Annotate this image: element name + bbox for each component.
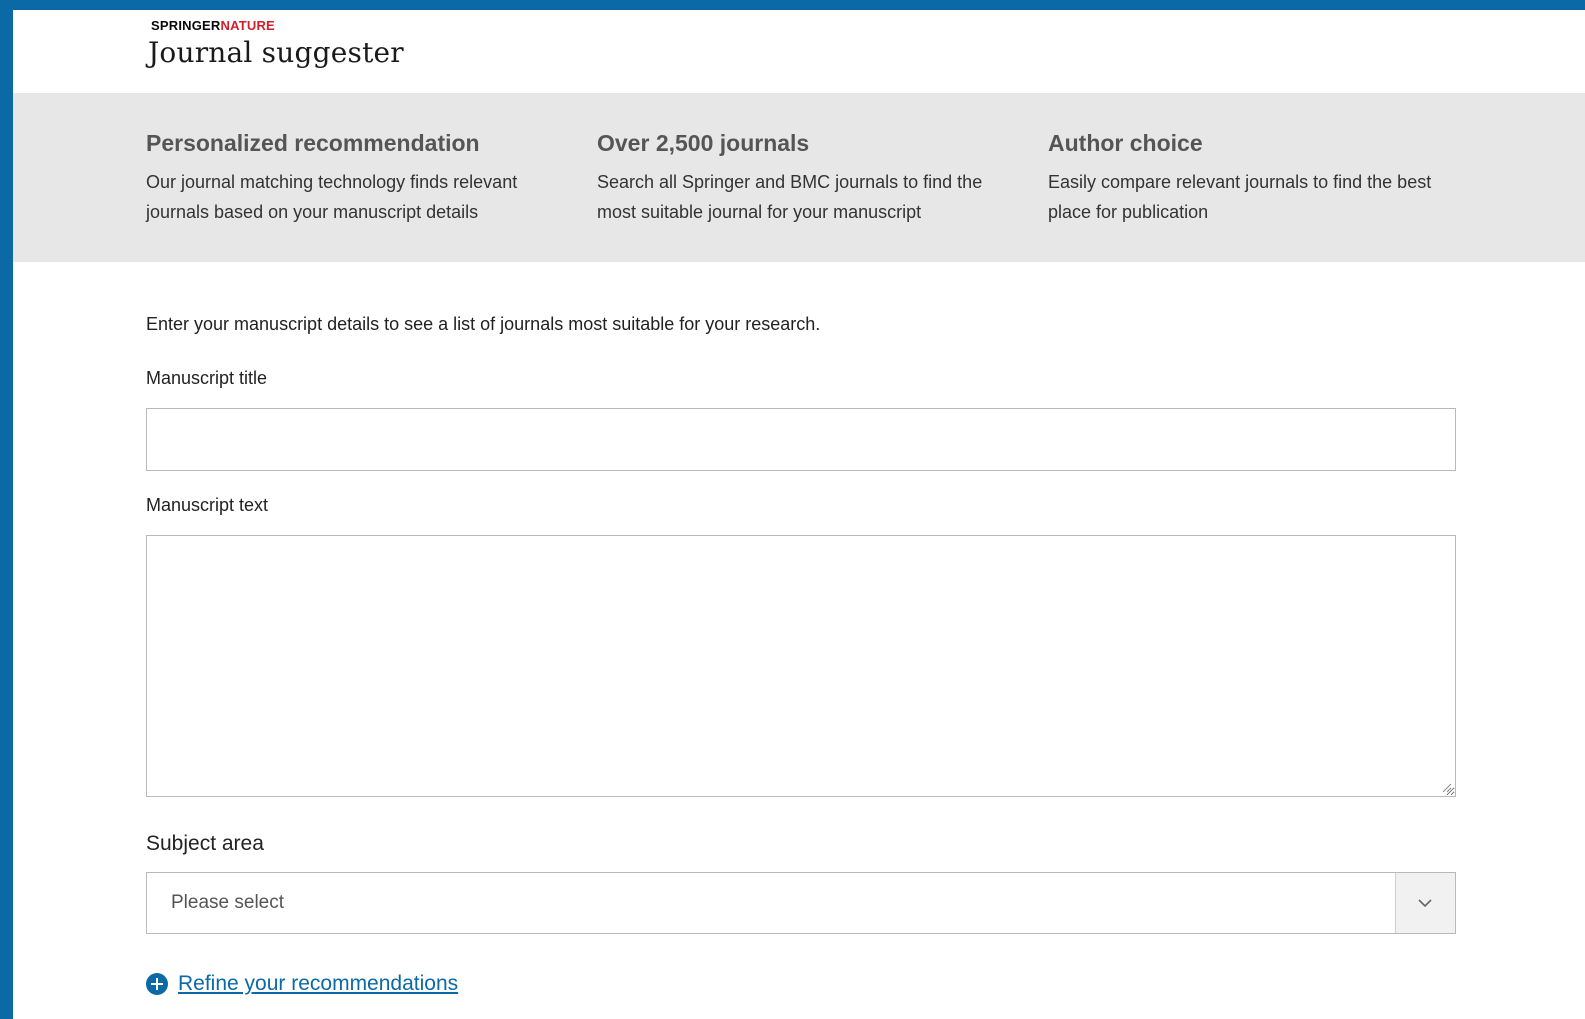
feature-description: Search all Springer and BMC journals to … (597, 172, 983, 222)
app-title: Journal suggester (148, 36, 404, 69)
brand-logo[interactable]: SPRINGERNATURE (151, 18, 275, 33)
header: SPRINGERNATURE Journal suggester (13, 10, 1585, 93)
subject-area-dropdown-button[interactable] (1395, 873, 1455, 933)
feature-personalized: Personalized recommendation Our journal … (146, 127, 556, 227)
plus-circle-icon[interactable] (146, 973, 168, 995)
feature-title: Author choice (1048, 130, 1203, 156)
manuscript-title-input[interactable] (146, 408, 1456, 471)
manuscript-title-label: Manuscript title (146, 368, 268, 388)
feature-title: Over 2,500 journals (597, 130, 810, 156)
feature-title: Personalized recommendation (146, 130, 480, 156)
chevron-down-icon (1418, 899, 1432, 908)
manuscript-text-wrapper (146, 535, 1456, 797)
feature-author-choice: Author choice Easily compare relevant jo… (1048, 127, 1458, 227)
features-banner: Personalized recommendation Our journal … (13, 93, 1585, 262)
subject-area-label: Subject area (146, 832, 264, 855)
brand-logo-part2: NATURE (220, 18, 275, 33)
brand-logo-part1: SPRINGER (151, 18, 221, 33)
form-intro: Enter your manuscript details to see a l… (146, 314, 821, 334)
subject-area-select[interactable]: Please select (146, 872, 1456, 934)
refine-recommendations-link[interactable]: Refine your recommendations (178, 972, 458, 996)
feature-description: Our journal matching technology finds re… (146, 172, 518, 222)
manuscript-text-label: Manuscript text (146, 495, 269, 515)
refine-recommendations[interactable]: Refine your recommendations (146, 972, 458, 996)
resize-handle-icon[interactable] (1442, 783, 1452, 793)
page: SPRINGERNATURE Journal suggester Persona… (13, 10, 1585, 1019)
manuscript-text-input[interactable] (146, 535, 1456, 797)
feature-description: Easily compare relevant journals to find… (1048, 172, 1432, 222)
subject-area-value: Please select (171, 892, 285, 913)
feature-journals: Over 2,500 journals Search all Springer … (597, 127, 1007, 227)
